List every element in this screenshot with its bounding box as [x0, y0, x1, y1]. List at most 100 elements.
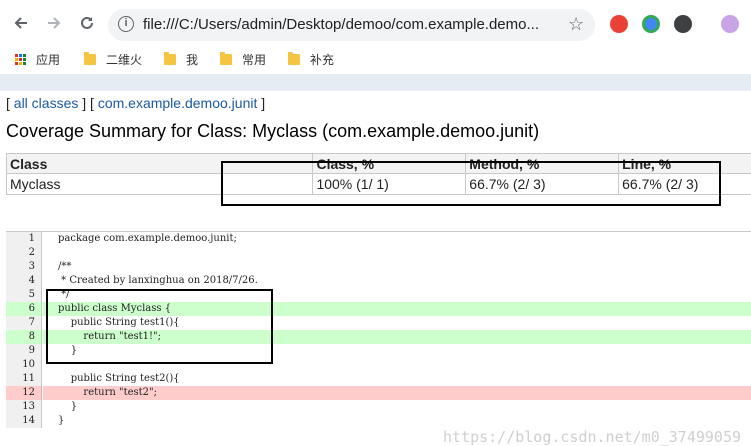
extension-infinity-icon[interactable]	[610, 15, 628, 33]
cell-class-coverage: 100% (1/ 1)	[312, 173, 467, 195]
bookmark-folder-buchong[interactable]: 补充	[288, 50, 334, 68]
apps-grid-icon	[15, 53, 26, 65]
source-line: 10	[6, 358, 751, 372]
cell-class-name: Myclass	[5, 173, 314, 195]
line-source: * Created by lanxinghua on 2018/7/26.	[58, 275, 258, 286]
coverage-summary-table: Class Class, % Method, % Line, % Myclass…	[5, 153, 751, 195]
line-number-text: 9	[28, 345, 35, 356]
line-number: 14	[6, 414, 42, 428]
source-line: 7 public String test1(){	[6, 316, 751, 330]
source-line: 3 /**	[6, 260, 751, 274]
line-source: }	[58, 345, 78, 356]
reload-icon[interactable]	[76, 12, 98, 34]
line-number-text: 3	[28, 261, 35, 272]
folder-icon	[164, 51, 176, 65]
line-number: 2	[6, 246, 42, 260]
line-source: public String test1(){	[58, 317, 180, 328]
source-line: 14}	[6, 414, 751, 428]
bookmark-folder-erweihuo[interactable]: 二维火	[84, 50, 142, 68]
source-line: 11 public String test2(){	[6, 372, 751, 386]
line-source: */	[58, 289, 70, 300]
line-number-text: 7	[28, 317, 35, 328]
page-title: Coverage Summary for Class: Myclass (com…	[6, 121, 540, 141]
source-line: 2	[6, 246, 751, 260]
address-bar[interactable]: i file:///C:/Users/admin/Desktop/demoo/c…	[108, 9, 595, 41]
line-source: /**	[58, 261, 72, 272]
package-link[interactable]: com.example.demoo.junit	[98, 95, 258, 111]
line-number: 13	[6, 400, 42, 414]
column-header-method-percent: Method, %	[465, 153, 620, 174]
source-line: 12 return "test2";	[6, 386, 751, 400]
folder-icon	[220, 51, 232, 65]
column-header-line-percent: Line, %	[618, 153, 751, 174]
source-line: 5 */	[6, 288, 751, 302]
line-number-text: 5	[28, 289, 35, 300]
line-number: 8	[6, 330, 42, 344]
source-code-listing: 1 package com.example.demoo.junit; 2 3 /** 4 …	[6, 231, 751, 428]
table-header-row: Class Class, % Method, % Line, %	[5, 153, 751, 174]
source-line: 8 return "test1!";	[6, 330, 751, 344]
cell-method-coverage: 66.7% (2/ 3)	[465, 173, 620, 195]
line-number: 9	[6, 344, 42, 358]
back-arrow-icon[interactable]	[10, 12, 32, 34]
watermark: https://blog.csdn.net/m0_37499059	[442, 428, 741, 446]
bookmark-folder-wo[interactable]: 我	[164, 50, 198, 68]
column-header-class: Class	[5, 153, 314, 174]
bookmark-label: 二维火	[106, 52, 143, 67]
line-number: 4	[6, 274, 42, 288]
line-source	[43, 358, 751, 372]
page-header-strip	[0, 74, 751, 91]
line-number: 6	[6, 302, 42, 316]
line-number-text: 8	[28, 331, 35, 342]
source-line: 1 package com.example.demoo.junit;	[6, 232, 751, 246]
cell-line-coverage: 66.7% (2/ 3)	[618, 173, 751, 195]
bookmark-star-icon[interactable]: ☆	[568, 14, 584, 35]
folder-icon	[288, 51, 300, 65]
line-number: 3	[6, 260, 42, 274]
source-line: 9 }	[6, 344, 751, 358]
line-source: }	[58, 401, 78, 412]
breadcrumb-bracket: ]	[257, 95, 266, 111]
line-number-text: 12	[22, 387, 35, 398]
profile-avatar-icon[interactable]	[721, 15, 739, 33]
line-number: 5	[6, 288, 42, 302]
line-number-text: 13	[22, 401, 35, 412]
line-number-text: 1	[28, 233, 35, 244]
line-source: }	[58, 415, 65, 426]
source-line: 4 * Created by lanxinghua on 2018/7/26.	[6, 274, 751, 288]
bookmarks-bar: 应用 二维火 我 常用 补充	[0, 48, 751, 72]
extension-globe-icon[interactable]	[642, 15, 660, 33]
line-number-text: 2	[28, 247, 35, 258]
bookmark-label: 应用	[36, 52, 61, 67]
breadcrumb: [ all classes ] [ com.example.demoo.juni…	[6, 95, 265, 111]
bookmark-apps[interactable]: 应用	[15, 50, 60, 68]
line-number-text: 11	[22, 373, 35, 384]
line-source: return "test1!";	[43, 330, 751, 344]
line-number-text: 6	[28, 303, 35, 314]
line-number: 12	[6, 386, 42, 400]
bookmark-folder-changyong[interactable]: 常用	[220, 50, 266, 68]
line-number-text: 4	[28, 275, 35, 286]
bookmark-label: 我	[186, 52, 199, 67]
address-url[interactable]: file:///C:/Users/admin/Desktop/demoo/com…	[143, 16, 539, 33]
line-number-text: 10	[22, 359, 35, 370]
extension-e-icon[interactable]	[674, 15, 692, 33]
browser-toolbar: i file:///C:/Users/admin/Desktop/demoo/c…	[0, 0, 751, 48]
line-number-text: 14	[22, 415, 35, 426]
breadcrumb-bracket: ] [	[78, 95, 98, 111]
bookmark-label: 常用	[242, 52, 267, 67]
line-source: public String test2(){	[58, 373, 180, 384]
breadcrumb-bracket: [	[6, 95, 14, 111]
line-source: return "test2";	[43, 386, 751, 400]
line-number: 10	[6, 358, 42, 372]
bookmark-label: 补充	[310, 52, 335, 67]
column-header-class-percent: Class, %	[312, 153, 467, 174]
source-line: 13 }	[6, 400, 751, 414]
all-classes-link[interactable]: all classes	[14, 95, 79, 111]
forward-arrow-icon[interactable]	[43, 12, 65, 34]
info-icon[interactable]: i	[118, 16, 134, 32]
line-number: 11	[6, 372, 42, 386]
line-number: 7	[6, 316, 42, 330]
table-row: Myclass 100% (1/ 1) 66.7% (2/ 3) 66.7% (…	[5, 173, 751, 195]
line-source: public class Myclass {	[43, 302, 751, 316]
